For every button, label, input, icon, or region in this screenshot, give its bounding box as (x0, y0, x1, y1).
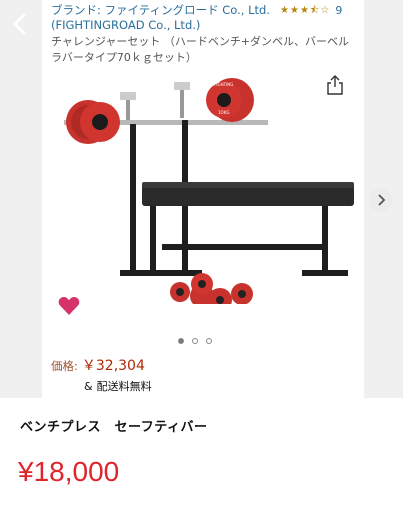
chevron-left-icon[interactable] (10, 12, 30, 36)
next-image-button[interactable] (369, 188, 393, 212)
star-icon: ★ (289, 4, 299, 16)
item-price: ¥18,000 (18, 456, 120, 487)
listing-screenshot: ブランド: ファイティングロード Co., Ltd. (FIGHTINGROAD… (0, 0, 403, 398)
item-title: ベンチプレス セーフティバー (20, 420, 208, 435)
product-subtitle: チャレンジャーセット （ハードベンチ+ダンベル、バーベルラバータイプ70ｋｇセッ… (51, 35, 350, 64)
price-value: ￥32,304 (81, 358, 145, 374)
star-half-icon: ⯪ (309, 4, 320, 16)
carousel-dots (178, 338, 212, 344)
rating-count[interactable]: 9 (335, 4, 342, 17)
carousel-dot[interactable] (178, 338, 184, 344)
carousel-dot[interactable] (206, 338, 212, 344)
rating[interactable]: ★ ★ ★ ⯪ ☆ 9 (280, 4, 342, 17)
star-empty-icon: ☆ (320, 4, 330, 16)
shipping-amp: & (84, 380, 93, 393)
price-row: 価格: ￥32,304 (51, 355, 145, 375)
star-rating: ★ ★ ★ ⯪ ☆ (280, 5, 329, 17)
share-icon[interactable] (326, 74, 344, 96)
star-icon: ★ (299, 4, 309, 16)
image-model-text: 1OKG (218, 110, 229, 115)
image-brand-text: FIGHTING (214, 82, 233, 87)
heart-icon[interactable] (58, 296, 80, 316)
chevron-right-icon (378, 194, 386, 206)
price-label: 価格: (51, 359, 78, 373)
product-image[interactable]: FIGHTING 1OKG (42, 74, 364, 304)
carousel-dot[interactable] (192, 338, 198, 344)
star-icon: ★ (280, 4, 289, 16)
brand-link[interactable]: ブランド: ファイティングロード Co., Ltd. (FIGHTINGROAD… (51, 3, 283, 33)
shipping-info: & 配送料無料 (84, 378, 152, 394)
shipping-text: 配送料無料 (96, 380, 152, 393)
